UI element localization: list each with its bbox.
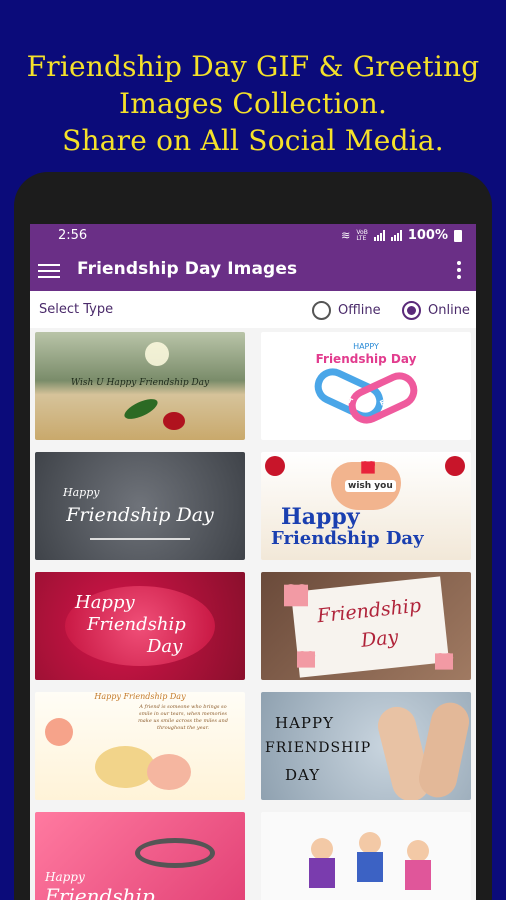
- kid-3-head: [407, 840, 429, 862]
- image-tile-7[interactable]: Happy Friendship Day A friend is someone…: [35, 692, 245, 800]
- image-caption: Friendship: [87, 614, 186, 635]
- image-tile-9[interactable]: Happy Friendship: [35, 812, 245, 900]
- image-caption-top: Happy: [75, 592, 135, 613]
- hamburger-menu-icon[interactable]: [38, 264, 60, 278]
- child-shape: [147, 754, 191, 790]
- radio-online[interactable]: Online: [402, 301, 470, 320]
- signal-icon: [373, 230, 385, 241]
- app-title: Friendship Day Images: [77, 259, 298, 279]
- image-caption: Friendship Day: [66, 504, 214, 526]
- ornament-divider: [90, 538, 190, 540]
- rose-shape: [163, 412, 185, 430]
- heart-icon-1: [284, 584, 308, 607]
- heart-icon-2: [297, 651, 315, 668]
- kid-3-body: [405, 860, 431, 890]
- image-tile-4[interactable]: wish you Happy Friendship Day: [261, 452, 471, 560]
- rose-right-shape: [445, 456, 465, 476]
- radio-offline-circle[interactable]: [312, 301, 331, 320]
- image-caption: FRIENDSHIP: [265, 740, 372, 756]
- image-caption: Friendship Day: [315, 352, 417, 366]
- image-tile-1[interactable]: Wish U Happy Friendship Day: [35, 332, 245, 440]
- status-time: 2:56: [58, 228, 88, 243]
- signal-icon-2: [390, 230, 402, 241]
- image-caption-top: HAPPY: [275, 714, 335, 732]
- image-tile-8[interactable]: HAPPY FRIENDSHIP DAY: [261, 692, 471, 800]
- promo-line-1: Friendship Day GIF & Greeting: [26, 50, 480, 83]
- image-caption: Wish U Happy Friendship Day: [70, 378, 210, 388]
- wifi-icon: ≋: [341, 229, 351, 242]
- leaf-shape: [121, 395, 161, 423]
- battery-icon: [454, 229, 462, 242]
- heart-icon: [361, 461, 375, 474]
- status-bar: 2:56 ≋ VoB LTE 100%: [30, 224, 476, 249]
- image-caption: Happy: [281, 504, 360, 530]
- image-caption: Friendship: [45, 884, 155, 900]
- radio-offline[interactable]: Offline: [312, 301, 381, 320]
- promo-line-2: Images Collection.: [118, 87, 388, 120]
- select-type-label: Select Type: [39, 302, 114, 317]
- image-caption-2: Day: [147, 636, 183, 657]
- image-tile-2[interactable]: HAPPY Friendship Day BEST FRIEND: [261, 332, 471, 440]
- image-caption-2: DAY: [285, 766, 321, 784]
- promo-line-3: Share on All Social Media.: [62, 124, 444, 157]
- image-tile-6[interactable]: Friendship Day: [261, 572, 471, 680]
- kid-2-head: [359, 832, 381, 854]
- select-type-row: Select Type Offline Online: [30, 291, 476, 328]
- finger-right-shape: [415, 699, 471, 800]
- ring-shape: [135, 838, 215, 868]
- image-caption-top: HAPPY: [353, 342, 379, 351]
- bear-shape: [95, 746, 155, 788]
- app-bar: Friendship Day Images: [30, 249, 476, 291]
- image-caption-top: wish you: [345, 480, 396, 492]
- radio-offline-label: Offline: [338, 303, 381, 318]
- kid-2-body: [357, 852, 383, 882]
- image-caption-2: Friendship Day: [271, 528, 424, 549]
- more-vert-icon[interactable]: [456, 261, 462, 281]
- promo-headline: Friendship Day GIF & Greeting Images Col…: [0, 48, 506, 159]
- status-icons: ≋ VoB LTE 100%: [341, 228, 462, 243]
- rose-left-shape: [265, 456, 285, 476]
- heart-icon-3: [435, 653, 453, 670]
- image-caption-top: Happy Friendship Day: [94, 692, 186, 701]
- image-tile-10[interactable]: [261, 812, 471, 900]
- network-label: VoB LTE: [356, 228, 368, 242]
- radio-online-label: Online: [428, 303, 470, 318]
- image-tile-5[interactable]: Happy Friendship Day: [35, 572, 245, 680]
- app-screen: 2:56 ≋ VoB LTE 100% Friendship Day Image…: [30, 224, 476, 900]
- image-caption: A friend is someone who brings so smile …: [138, 704, 228, 731]
- kid-1-head: [311, 838, 333, 860]
- image-tile-3[interactable]: Happy Friendship Day: [35, 452, 245, 560]
- radio-online-circle[interactable]: [402, 301, 421, 320]
- image-caption-top: Happy: [63, 486, 100, 499]
- flower-shape: [45, 718, 73, 746]
- image-caption-2: Day: [359, 626, 400, 652]
- battery-percent: 100%: [407, 228, 448, 243]
- moon-shape: [145, 342, 169, 366]
- kid-1-body: [309, 858, 335, 888]
- image-caption-top: Happy: [45, 870, 85, 884]
